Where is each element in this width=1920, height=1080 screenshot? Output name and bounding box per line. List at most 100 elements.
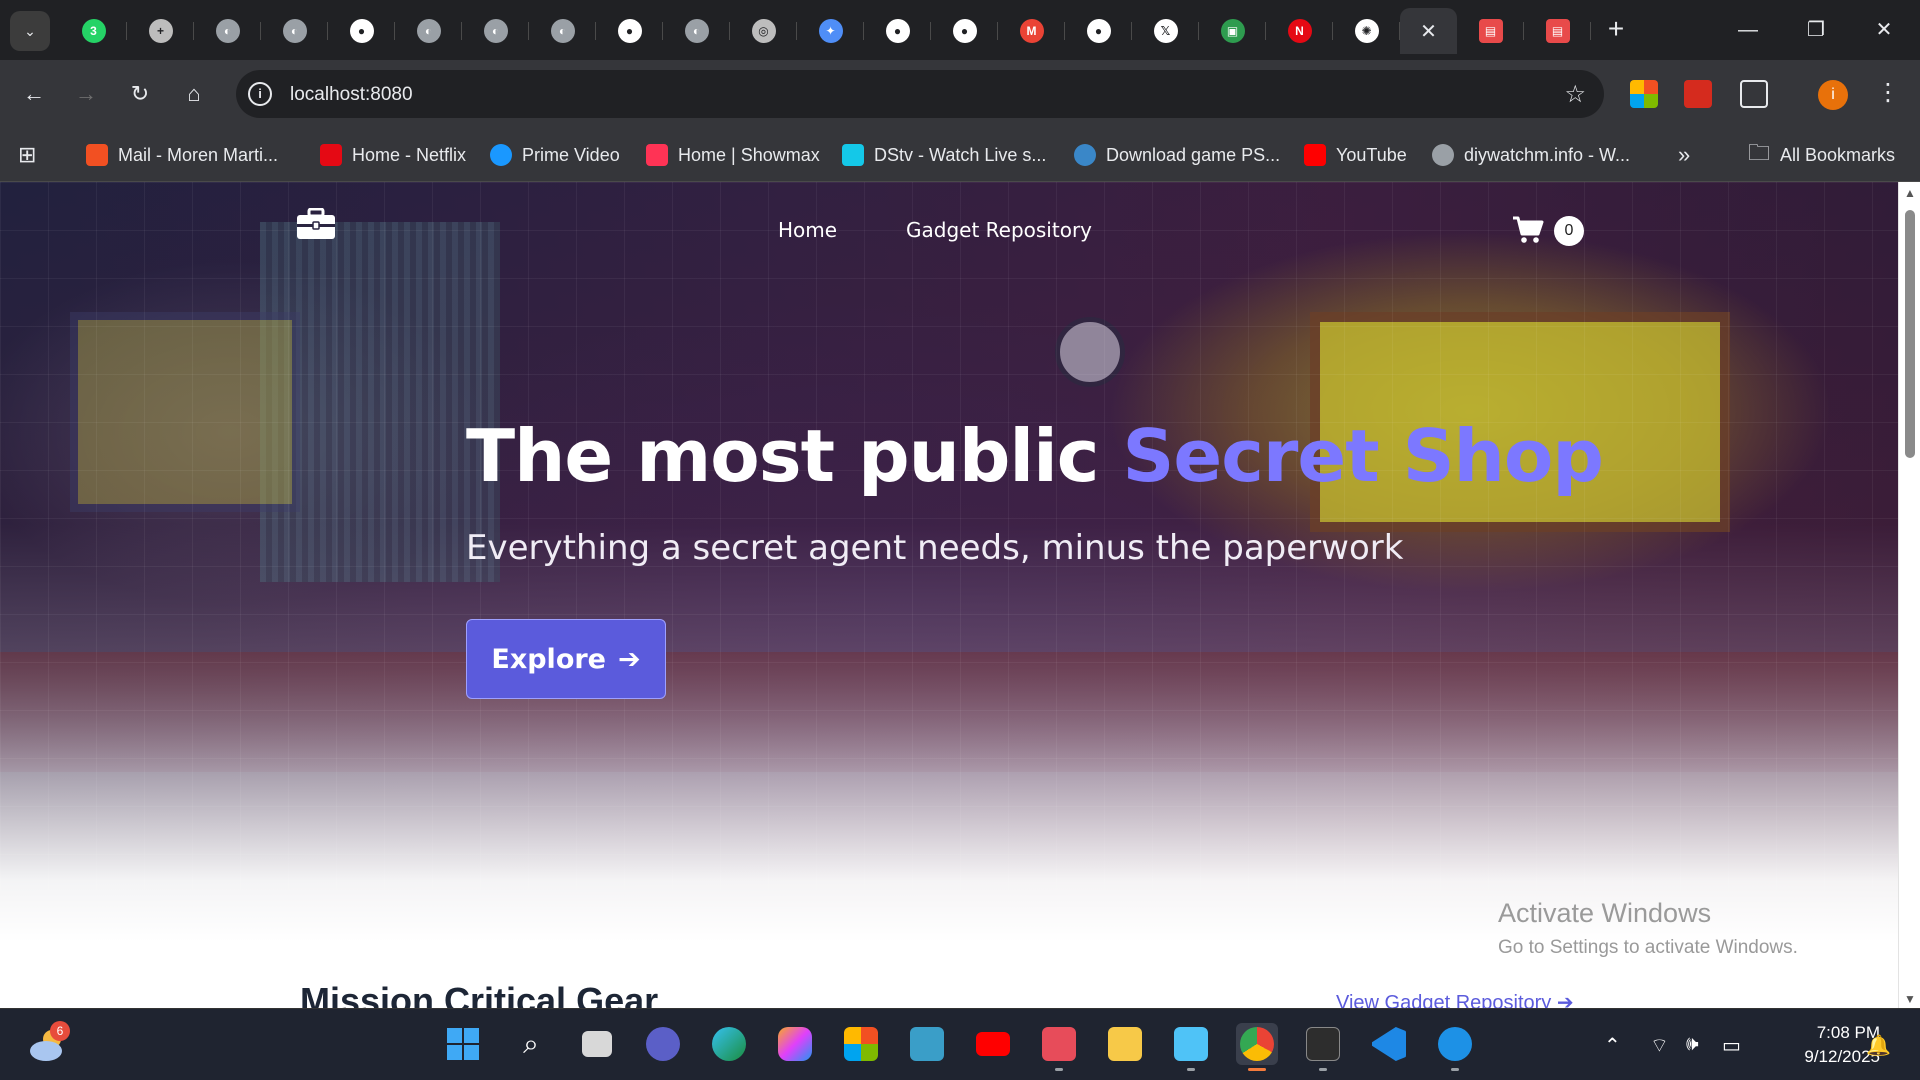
- system-clock[interactable]: 7:08 PM 9/12/2025: [1760, 1021, 1880, 1069]
- acrobat-extension-icon[interactable]: [1684, 80, 1712, 108]
- tray-chevron-up-icon[interactable]: ⌃: [1604, 1033, 1621, 1058]
- bookmark-item[interactable]: Download game PS...: [1074, 142, 1280, 168]
- tab-list: 3 + ◐ ◐ ● ◐ ◐ ◐ ● ◐ ◎ ✦ ● ● M ● 𝕏 ▣ N ✺ ✕ ▤ ▤: [60, 8, 1591, 54]
- site-info-icon[interactable]: i: [248, 82, 272, 106]
- vscode-icon[interactable]: [1368, 1023, 1410, 1065]
- browser-tab[interactable]: ✺: [1333, 8, 1400, 54]
- browser-tab[interactable]: ●: [931, 8, 998, 54]
- view-gadget-repository-link[interactable]: View Gadget Repository ➔: [1336, 990, 1574, 1008]
- bookmark-item[interactable]: Home - Netflix: [320, 142, 466, 168]
- scrollbar-thumb[interactable]: [1905, 210, 1915, 458]
- battery-icon[interactable]: ▭: [1722, 1033, 1741, 1058]
- browser-tab[interactable]: ◐: [395, 8, 462, 54]
- profile-avatar[interactable]: i: [1818, 80, 1848, 110]
- youtube-icon[interactable]: [972, 1023, 1014, 1065]
- more-bookmarks-button[interactable]: »: [1678, 142, 1690, 168]
- browser-tab[interactable]: N: [1266, 8, 1333, 54]
- close-window-button[interactable]: ✕: [1854, 10, 1914, 50]
- task-view-icon[interactable]: [576, 1023, 618, 1065]
- new-tab-button[interactable]: +: [1600, 14, 1632, 46]
- active-browser-tab[interactable]: ✕: [1400, 8, 1457, 54]
- browser-tab[interactable]: ●: [1065, 8, 1132, 54]
- nav-link-home[interactable]: Home: [778, 218, 837, 242]
- bookmark-item[interactable]: Mail - Moren Marti...: [86, 142, 278, 168]
- globe-icon: ◐: [483, 19, 508, 43]
- home-button[interactable]: ⌂: [174, 74, 214, 114]
- terminal-icon[interactable]: [1302, 1023, 1344, 1071]
- address-bar[interactable]: i localhost:8080 ☆: [236, 70, 1604, 118]
- browser-tab[interactable]: ◐: [529, 8, 596, 54]
- volume-icon[interactable]: 🕪: [1686, 1033, 1699, 1056]
- hero-section: Home Gadget Repository 0 The most public…: [0, 182, 1898, 942]
- bookmarks-bar: ⊞ Mail - Moren Marti... Home - Netflix Pri…: [0, 128, 1920, 182]
- browser-tab[interactable]: ◐: [663, 8, 730, 54]
- all-bookmarks-folder[interactable]: 🗀 All Bookmarks: [1748, 140, 1895, 168]
- nav-link-gadget-repository[interactable]: Gadget Repository: [906, 218, 1092, 242]
- edge-icon[interactable]: [708, 1023, 750, 1065]
- back-button[interactable]: ←: [14, 74, 54, 114]
- browser-tab[interactable]: ✦: [797, 8, 864, 54]
- site-navbar: Home Gadget Repository 0: [0, 182, 1898, 262]
- scroll-down-icon[interactable]: ▼: [1904, 992, 1916, 1006]
- browser-tab[interactable]: ●: [864, 8, 931, 54]
- close-tab-icon[interactable]: ✕: [1420, 19, 1437, 44]
- notepad-icon[interactable]: [1170, 1023, 1212, 1071]
- browser-tab[interactable]: ●: [328, 8, 395, 54]
- browser-tab[interactable]: 𝕏: [1132, 8, 1199, 54]
- docker-icon[interactable]: [1434, 1023, 1476, 1071]
- cart-icon[interactable]: [1512, 216, 1544, 244]
- teams-chat-icon[interactable]: [642, 1023, 684, 1065]
- restore-button[interactable]: ❐: [1786, 10, 1846, 50]
- globe-icon: ◐: [282, 19, 307, 43]
- tab-plus-icon: +: [148, 19, 173, 43]
- wifi-icon[interactable]: ⌔: [1650, 1033, 1669, 1058]
- gemini-icon: ✦: [818, 19, 843, 43]
- reload-button[interactable]: ↻: [120, 74, 160, 114]
- forward-button[interactable]: →: [66, 74, 106, 114]
- color-extension-icon[interactable]: [1630, 80, 1658, 108]
- openai-icon: ✺: [1354, 19, 1379, 43]
- chrome-icon[interactable]: [1236, 1023, 1278, 1071]
- bookmark-star-icon[interactable]: ☆: [1564, 80, 1586, 109]
- bookmark-item[interactable]: Prime Video: [490, 142, 620, 168]
- copilot-icon[interactable]: [774, 1023, 816, 1065]
- hero-subtitle: Everything a secret agent needs, minus t…: [466, 528, 1404, 568]
- browser-tab[interactable]: ◐: [462, 8, 529, 54]
- minimize-button[interactable]: —: [1718, 10, 1778, 50]
- menu-kebab-icon[interactable]: ⋮: [1876, 78, 1900, 107]
- browser-tab[interactable]: 3: [60, 8, 127, 54]
- browser-tab[interactable]: ●: [596, 8, 663, 54]
- file-explorer-icon[interactable]: [1104, 1023, 1146, 1065]
- apps-grid-icon[interactable]: ⊞: [18, 142, 36, 168]
- keyboard-app-icon[interactable]: [906, 1023, 948, 1065]
- view-link-label: View Gadget Repository: [1336, 992, 1552, 1008]
- github-icon: ●: [885, 19, 910, 43]
- start-windows-icon[interactable]: [442, 1023, 484, 1065]
- browser-tab[interactable]: M: [998, 8, 1065, 54]
- arrow-right-icon: ➔: [1556, 992, 1574, 1008]
- browser-tab[interactable]: ◐: [261, 8, 328, 54]
- briefcase-icon[interactable]: [296, 208, 336, 240]
- snipping-tool-icon[interactable]: [1038, 1023, 1080, 1071]
- scroll-up-icon[interactable]: ▲: [1904, 186, 1916, 200]
- bookmark-item[interactable]: Home | Showmax: [646, 142, 820, 168]
- bookmark-item[interactable]: diywatchm.info - W...: [1432, 142, 1630, 168]
- bookmark-label: Home | Showmax: [678, 144, 820, 165]
- notification-bell-icon[interactable]: 🔔: [1866, 1033, 1891, 1058]
- search-icon[interactable]: ⌕: [510, 1023, 552, 1065]
- extensions-puzzle-icon[interactable]: [1740, 80, 1768, 108]
- browser-tab[interactable]: ◐: [194, 8, 261, 54]
- explore-label: Explore: [491, 643, 606, 675]
- browser-tab[interactable]: ▤: [1457, 8, 1524, 54]
- bookmark-item[interactable]: YouTube: [1304, 142, 1407, 168]
- bookmark-item[interactable]: DStv - Watch Live s...: [842, 142, 1046, 168]
- browser-tab[interactable]: ▣: [1199, 8, 1266, 54]
- tab-search-button[interactable]: ⌄: [10, 11, 50, 51]
- browser-tab[interactable]: +: [127, 8, 194, 54]
- url-text[interactable]: localhost:8080: [290, 84, 413, 106]
- microsoft-store-icon[interactable]: [840, 1023, 882, 1065]
- browser-tab[interactable]: ▤: [1524, 8, 1591, 54]
- page-scrollbar[interactable]: ▲ ▼: [1898, 182, 1920, 1008]
- explore-button[interactable]: Explore ➔: [466, 619, 666, 699]
- browser-tab[interactable]: ◎: [730, 8, 797, 54]
